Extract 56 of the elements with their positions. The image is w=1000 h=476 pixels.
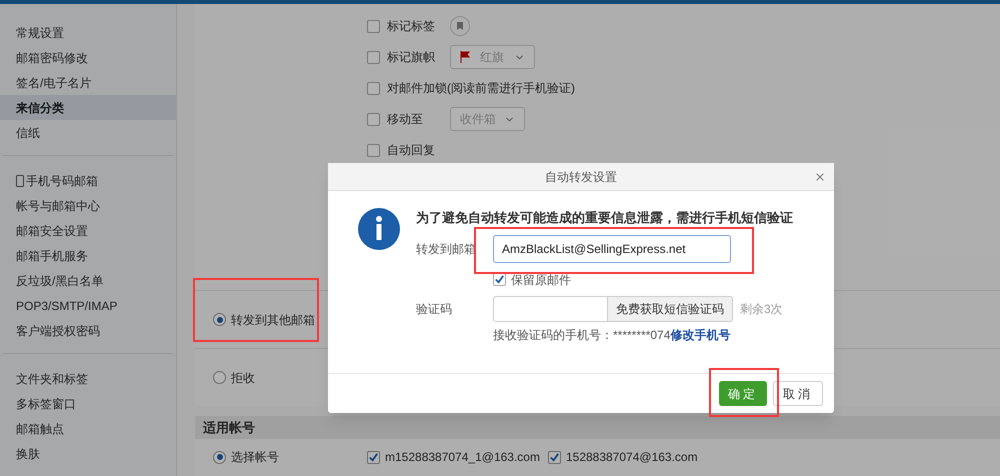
remaining-count: 剩余3次 (740, 300, 783, 318)
get-code-button[interactable]: 免费获取短信验证码 (608, 296, 733, 322)
option-label: 标记标签 (387, 18, 436, 35)
sidebar-item[interactable]: 反垃圾/黑白名单 (3, 268, 173, 293)
option-label: 自动回复 (387, 142, 436, 159)
sidebar-item[interactable]: 邮箱密码修改 (0, 45, 176, 70)
bookmark-icon[interactable] (450, 16, 470, 36)
option-label: 保留原邮件 (511, 272, 571, 288)
sidebar-item[interactable]: 来信分类 (0, 95, 176, 120)
close-icon[interactable] (814, 171, 826, 183)
sidebar-item[interactable]: 帐号与邮箱中心 (3, 193, 173, 218)
email-field[interactable]: AmzBlackList@SellingExpress.net (493, 234, 731, 262)
change-phone-link[interactable]: 修改手机号 (670, 326, 730, 344)
sidebar-item[interactable]: 换肤 (3, 441, 173, 466)
option-label: 移动至 (387, 111, 424, 128)
checkbox[interactable] (367, 82, 380, 94)
confirm-button[interactable]: 确定 (719, 381, 767, 406)
dialog-message: 为了避免自动转发可能造成的重要信息泄露，需进行手机短信验证 (416, 209, 793, 227)
radio-button[interactable] (213, 450, 226, 464)
field-label: 验证码 (416, 300, 453, 318)
option-label: 对邮件加锁(阅读前需进行手机验证) (387, 80, 575, 97)
cancel-button[interactable]: 取消 (773, 381, 823, 406)
sidebar-item[interactable]: 客户端授权密码 (3, 318, 173, 343)
sidebar-item[interactable]: 邮箱手机服务 (3, 243, 173, 268)
section-header: 适用帐号 (195, 416, 1000, 438)
checkbox[interactable] (367, 112, 380, 126)
phone-note: 接收验证码的手机号：********074 (493, 326, 670, 344)
checkbox[interactable] (367, 20, 380, 32)
flag-icon (460, 51, 470, 63)
option-label: 拒收 (231, 370, 255, 386)
sidebar-item[interactable]: 邮箱安全设置 (3, 218, 173, 243)
account-email: m15288387074_1@163.com (385, 449, 540, 466)
sidebar-item[interactable]: 手机号码邮箱 (3, 168, 173, 193)
checkbox[interactable] (367, 450, 380, 464)
option-label: 选择帐号 (231, 449, 279, 466)
annotation-frame (709, 368, 779, 417)
account-email: 15288387074@163.com (566, 449, 698, 466)
option-label: 转发到其他邮箱 (231, 312, 315, 328)
sidebar-item[interactable]: POP3/SMTP/IMAP (3, 293, 173, 318)
checkbox[interactable] (367, 50, 380, 64)
option-label: 标记旗帜 (387, 49, 436, 66)
info-icon (358, 208, 400, 250)
phone-icon (16, 174, 24, 186)
dialog-title: 自动转发设置 (545, 168, 617, 186)
sidebar-item[interactable]: 邮箱触点 (3, 416, 173, 441)
sidebar-item[interactable]: 常规设置 (0, 20, 176, 45)
sidebar-item[interactable]: 信纸 (0, 120, 176, 145)
sidebar-item[interactable]: 多标签窗口 (3, 391, 173, 416)
checkbox[interactable] (367, 144, 380, 156)
radio-button[interactable] (213, 371, 226, 384)
checkbox[interactable] (548, 450, 561, 464)
sidebar-item[interactable]: 文件夹和标签 (3, 366, 173, 391)
checkbox[interactable] (493, 273, 506, 286)
code-field[interactable] (493, 296, 608, 322)
sidebar-item[interactable]: 签名/电子名片 (0, 70, 176, 95)
radio-button[interactable] (213, 313, 226, 326)
